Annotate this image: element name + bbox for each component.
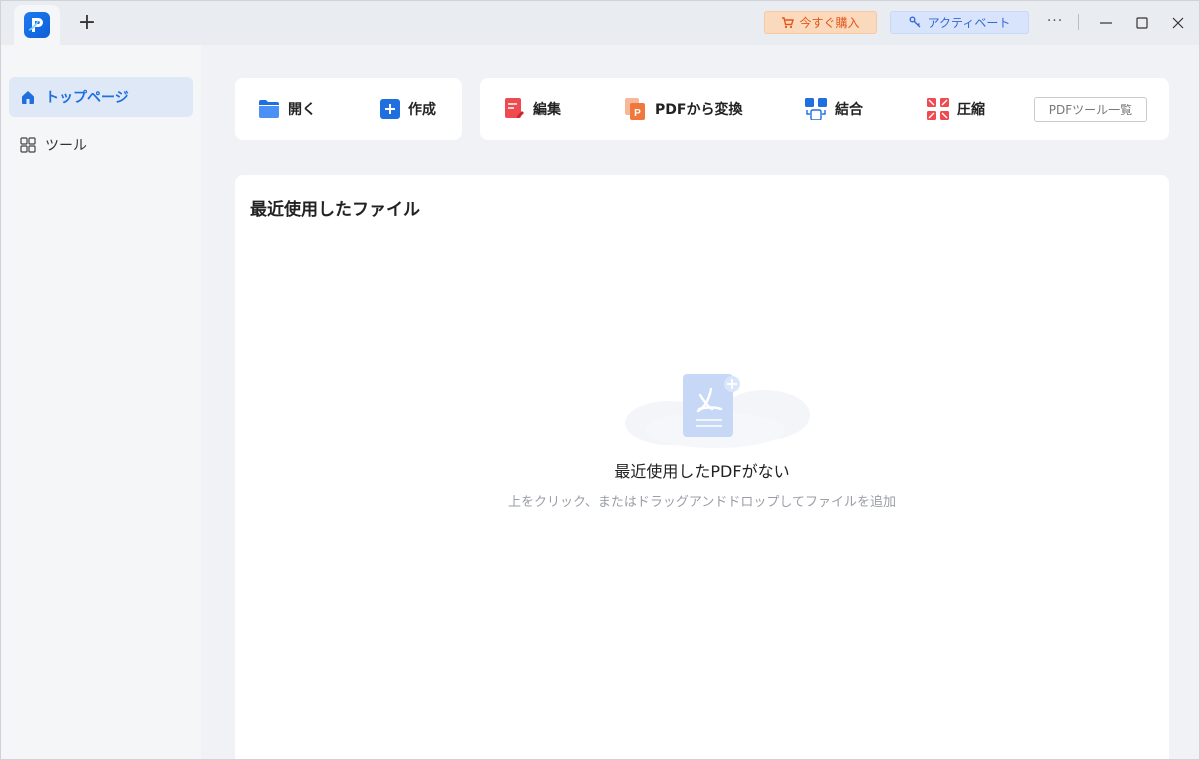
buy-now-label: 今すぐ購入 [799,16,860,30]
sidebar-item-label: トップページ [45,90,129,106]
convert-label: PDFから変換 [655,102,743,118]
minimize-icon [1100,22,1112,24]
app-window: + 今すぐ購入 アクティベート ··· トップページ ツール 開く 作成 編集 … [0,0,1200,760]
open-label: 開く [288,102,316,118]
merge-label: 結合 [835,102,863,118]
svg-text:P: P [634,108,641,119]
sidebar: トップページ ツール [1,45,201,759]
activate-button[interactable]: アクティベート [890,11,1029,34]
recent-files-title: 最近使用したファイル [250,200,420,220]
main-content: 開く 作成 編集 P PDFから変換 結合 圧縮 PDFツール一覧 最近使用した… [201,45,1199,759]
convert-from-pdf-button[interactable]: P PDFから変換 [625,97,742,121]
title-bar: + 今すぐ購入 アクティベート ··· [1,1,1199,45]
close-button[interactable] [1165,10,1191,36]
new-tab-button[interactable]: + [75,11,99,35]
cart-icon [782,16,795,28]
sidebar-item-top-page[interactable]: トップページ [9,77,193,117]
create-button[interactable]: 作成 [380,97,436,121]
buy-now-button[interactable]: 今すぐ購入 [764,11,877,34]
empty-state-hint: 上をクリック、またはドラッグアンドドロップしてファイルを追加 [508,495,896,510]
pdf-tools-list-button[interactable]: PDFツール一覧 [1034,97,1147,122]
empty-pdf-illustration [615,365,815,455]
folder-icon [259,100,279,118]
edit-label: 編集 [533,102,561,118]
maximize-icon [1136,17,1148,29]
sidebar-item-label: ツール [45,138,87,154]
open-button[interactable]: 開く [258,97,316,121]
close-icon [1172,17,1184,29]
sidebar-item-tools[interactable]: ツール [9,125,193,165]
plus-square-icon [380,99,400,119]
compress-icon [927,98,949,120]
edit-button[interactable]: 編集 [505,97,561,121]
activate-label: アクティベート [927,16,1011,30]
edit-document-icon [505,98,524,118]
create-label: 作成 [408,102,436,118]
empty-state-title: 最近使用したPDFがない [614,462,790,481]
tools-actions-card: 編集 P PDFから変換 結合 圧縮 PDFツール一覧 [480,78,1169,140]
merge-icon [805,98,827,120]
compress-label: 圧縮 [957,102,985,118]
quick-actions-card: 開く 作成 [235,78,462,140]
key-icon [909,16,921,28]
grid-icon [20,137,36,153]
app-logo-icon [24,12,50,38]
maximize-button[interactable] [1129,10,1155,36]
home-tab[interactable] [14,5,60,45]
convert-pdf-icon: P [625,98,645,120]
more-options-button[interactable]: ··· [1043,11,1067,35]
home-icon [22,91,34,104]
compress-button[interactable]: 圧縮 [927,97,985,121]
merge-button[interactable]: 結合 [805,97,863,121]
recent-files-panel: 最近使用したファイル 最近使用したPDFがない 上をクリック、またはドラッグアン… [235,175,1169,759]
titlebar-divider [1078,14,1079,30]
minimize-button[interactable] [1093,10,1119,36]
